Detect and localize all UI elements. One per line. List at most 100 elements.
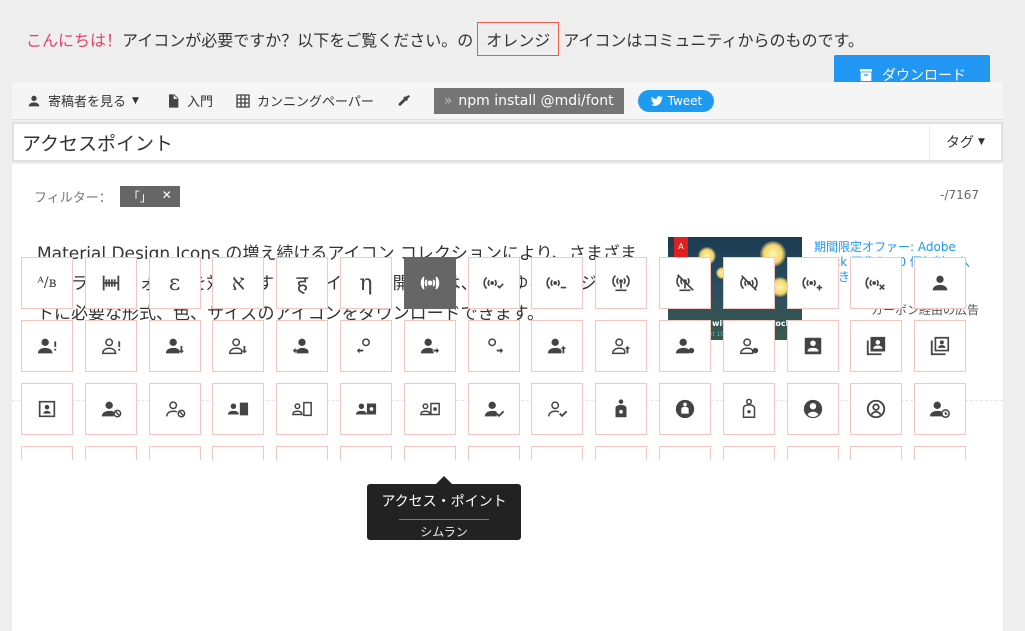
icon-tile[interactable]: [850, 257, 903, 309]
icon-tile[interactable]: [658, 446, 711, 460]
icon-tile[interactable]: [722, 446, 775, 460]
icon-tile[interactable]: [21, 383, 73, 435]
icon-tile[interactable]: [403, 446, 456, 460]
icon-tile[interactable]: [850, 446, 903, 460]
icon-tile[interactable]: [212, 383, 265, 435]
npm-install-command[interactable]: » npm install @mdi/font: [433, 87, 624, 114]
icon-tile[interactable]: [84, 446, 137, 460]
account-box-icon: [804, 337, 821, 355]
icon-tile[interactable]: [276, 383, 329, 435]
account-arrow-right-outline-icon: [487, 338, 503, 354]
grid-icon: [236, 93, 250, 108]
search-bar: タグ ▼: [12, 122, 1003, 162]
account-cash-outline-icon: [419, 402, 440, 416]
icon-tile[interactable]: א: [212, 257, 265, 309]
account-cash-icon: [355, 403, 377, 415]
icon-tile[interactable]: [914, 383, 967, 435]
close-icon[interactable]: ✕: [162, 188, 172, 205]
npm-command-text: npm install @mdi/font: [458, 92, 614, 109]
contributors-menu[interactable]: 寄稿者を見る ▼: [26, 91, 139, 110]
icon-tile[interactable]: [84, 257, 137, 309]
icon-tile[interactable]: [467, 320, 520, 372]
icon-tile[interactable]: ह: [276, 257, 329, 309]
tweet-button[interactable]: Tweet: [637, 89, 715, 112]
account-child-circle-icon: [675, 399, 695, 419]
icon-tile[interactable]: [722, 320, 775, 372]
intro-link[interactable]: 入門: [165, 91, 213, 110]
icon-tile[interactable]: [339, 383, 392, 435]
icon-tile[interactable]: [531, 383, 584, 435]
icon-tile[interactable]: [148, 320, 201, 372]
account-alert-outline-icon: [101, 338, 120, 355]
access-point-remove-icon: [865, 276, 886, 291]
icon-tile[interactable]: [339, 446, 392, 460]
abacus-icon: [102, 275, 120, 291]
icon-tile[interactable]: [84, 320, 137, 372]
account-box-multiple-outline-icon: [930, 336, 950, 356]
icon-tile[interactable]: [531, 446, 584, 460]
tweet-label: Tweet: [667, 93, 703, 108]
icon-tile[interactable]: [658, 320, 711, 372]
icon-tile[interactable]: [212, 320, 265, 372]
filter-row: フィルター： 「」 ✕: [34, 186, 180, 207]
eyedropper-icon: [398, 94, 410, 106]
icon-tile[interactable]: [595, 320, 648, 372]
icon-tile[interactable]: [403, 383, 456, 435]
icon-tile[interactable]: ᴬ/ʙ: [21, 257, 73, 309]
icon-tile[interactable]: [467, 383, 520, 435]
icon-tile[interactable]: [21, 320, 73, 372]
account-circle-icon: [803, 399, 822, 419]
icon-tile[interactable]: [531, 257, 584, 309]
account-badge-outline-icon: [739, 338, 758, 355]
filter-chip[interactable]: 「」 ✕: [119, 186, 180, 207]
tag-dropdown[interactable]: タグ ▼: [929, 124, 1001, 160]
greeting: こんにちは！アイコンが必要ですか？以下をご覧ください。の オレンジ アイコンはコミュ…: [26, 22, 864, 56]
filter-label: フィルター：: [34, 191, 112, 206]
icon-tile[interactable]: [276, 320, 329, 372]
icon-tile[interactable]: [914, 320, 967, 372]
icon-tile[interactable]: η: [339, 257, 392, 309]
icon-tile[interactable]: [786, 446, 839, 460]
tooltip-title: アクセス・ポイント: [381, 494, 507, 510]
toolbar: 寄稿者を見る ▼ 入門 カンニングペーパー » npm install @mdi/…: [12, 82, 1003, 120]
account-alert-icon: [37, 338, 57, 354]
account-arrow-left-icon: [293, 338, 309, 354]
icon-tile[interactable]: [658, 257, 711, 309]
icon-tile[interactable]: [467, 257, 520, 309]
icon-tile[interactable]: [658, 383, 711, 435]
icon-tile[interactable]: [722, 383, 775, 435]
icon-tile[interactable]: [339, 320, 392, 372]
icon-tile[interactable]: [786, 320, 839, 372]
cheatsheet-link[interactable]: カンニングペーパー: [235, 91, 374, 110]
icon-tile[interactable]: [914, 257, 967, 309]
icon-tile-selected[interactable]: [403, 257, 456, 309]
icon-tile[interactable]: [850, 320, 903, 372]
icon-tile[interactable]: [467, 446, 520, 460]
archive-icon: [860, 68, 872, 81]
icon-tile[interactable]: ε: [148, 257, 201, 309]
account-cancel-outline-icon: [165, 401, 185, 418]
icon-tile[interactable]: [148, 383, 201, 435]
contributors-label: 寄稿者を見る: [48, 95, 127, 110]
eyedropper-button[interactable]: [396, 93, 412, 109]
icon-tile[interactable]: [850, 383, 903, 435]
icon-tile[interactable]: [21, 446, 73, 460]
icon-tile[interactable]: [212, 446, 265, 460]
icon-tile[interactable]: [722, 257, 775, 309]
tooltip-author: シムラン: [399, 519, 489, 540]
icon-tile[interactable]: [914, 446, 967, 460]
icon-tile[interactable]: [84, 383, 137, 435]
icon-tile[interactable]: [786, 257, 839, 309]
search-input[interactable]: [14, 124, 929, 160]
icon-tile[interactable]: [276, 446, 329, 460]
account-card-icon: [228, 402, 249, 416]
icon-tile[interactable]: [148, 446, 201, 460]
icon-tile[interactable]: [595, 383, 648, 435]
icon-tile[interactable]: [531, 320, 584, 372]
icon-tile[interactable]: [595, 446, 648, 460]
access-point-network-off-icon: [676, 274, 694, 292]
icon-tile[interactable]: [786, 383, 839, 435]
eta-icon: η: [359, 270, 373, 296]
icon-tile[interactable]: [595, 257, 648, 309]
icon-tile[interactable]: [403, 320, 456, 372]
